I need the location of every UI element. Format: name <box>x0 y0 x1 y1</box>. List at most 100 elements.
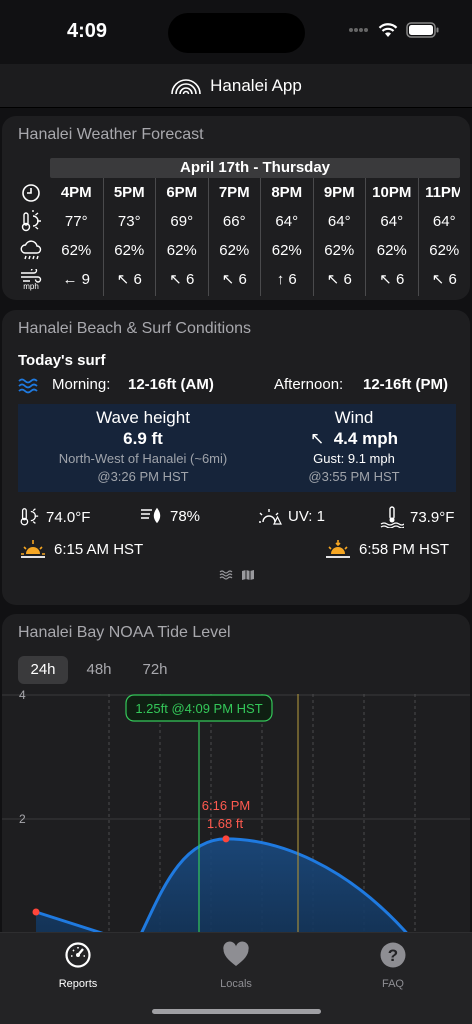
wifi-icon <box>378 22 398 37</box>
wind-column: Wind ↖ 4.4 mph Gust: 9.1 mph @3:55 PM HS… <box>268 408 440 484</box>
hour-label: 5PM <box>113 184 145 201</box>
y-tick-label: 2 <box>19 812 26 826</box>
wind-value: ↖ 6 <box>221 271 247 288</box>
current-tide-text: 1.25ft @4:09 PM HST <box>135 701 262 716</box>
wind-direction-nw-icon: ↖ <box>116 271 130 288</box>
clock-icon <box>22 183 40 202</box>
forecast-column: 11PM 64° 62% ↖ 6 <box>417 178 460 296</box>
svg-text:?: ? <box>388 946 398 965</box>
wind-icon <box>21 268 42 283</box>
status-icons <box>348 22 440 38</box>
wind-value: ↖ 6 <box>379 271 405 288</box>
wind-value: ↖ 6 <box>116 271 142 288</box>
sunrise-icon <box>21 540 45 558</box>
peak-tide-value: 1.68 ft <box>207 816 244 831</box>
afternoon-label: Afternoon: <box>274 376 344 393</box>
tab-locals-label: Locals <box>220 978 252 990</box>
wind-direction-nnw-icon: ↖ <box>326 271 340 288</box>
air-temperature: 74.0°F <box>18 506 90 528</box>
tab-faq[interactable]: ? FAQ <box>348 941 438 990</box>
wind-direction-nnw-icon: ↖ <box>379 271 392 288</box>
rain-cloud-icon <box>20 239 42 259</box>
header-divider <box>0 107 472 108</box>
forecast-date: April 17th - Thursday <box>50 158 460 178</box>
today-surf-label: Today's surf <box>18 352 106 369</box>
dynamic-island <box>168 13 305 53</box>
wind-header: Wind <box>334 408 374 427</box>
forecast-column: 10PM 64° 62% ↖ 6 <box>365 178 418 296</box>
temperature-sun-icon <box>20 508 39 526</box>
tab-reports-label: Reports <box>58 978 98 990</box>
forecast-title: Hanalei Weather Forecast <box>18 126 204 143</box>
surf-view-toggles[interactable] <box>219 569 255 581</box>
uv-index: UV: 1 <box>258 506 325 526</box>
app-title: Hanalei App <box>210 76 302 95</box>
humidity-icon <box>141 507 161 524</box>
hour-label: 7PM <box>218 184 250 201</box>
temperature-value: 77° <box>64 213 88 230</box>
wind-direction-nw-icon: ↖ <box>310 429 325 448</box>
wave-wind-panel: Wave height 6.9 ft North-West of Hanalei… <box>18 404 456 492</box>
forecast-hours[interactable]: 4PM 77° 62% ← 9 5PM 73° 62% ↖ 6 6PM 69° … <box>50 178 460 296</box>
wind-value: ↖ 4.4 mph <box>310 429 398 448</box>
forecast-column: 4PM 77° 62% ← 9 <box>50 178 103 296</box>
temperature-value: 73° <box>117 213 141 230</box>
wind-value: ↖ 6 <box>431 271 457 288</box>
sunset: 6:58 PM HST <box>325 538 449 560</box>
wave-height-column: Wave height 6.9 ft North-West of Hanalei… <box>18 408 268 484</box>
wind-direction-nw-icon: ↖ <box>169 271 182 288</box>
rainbow-icon <box>171 79 201 95</box>
wind-value: ↖ 6 <box>326 271 352 288</box>
map-icon[interactable] <box>241 569 255 581</box>
rain-chance-value: 62% <box>324 242 355 259</box>
morning-value: 12-16ft (AM) <box>128 376 214 393</box>
status-bar: 4:09 <box>0 0 472 64</box>
sun-times-row: 6:15 AM HST 6:58 PM HST <box>2 538 470 562</box>
forecast-row-icons: mph <box>16 178 46 294</box>
y-tick-label: 4 <box>19 688 26 702</box>
surf-forecast-row: Morning: 12-16ft (AM) Afternoon: 12-16ft… <box>18 376 458 398</box>
tab-faq-label: FAQ <box>381 978 404 990</box>
wind-direction-n-icon: ↑ <box>276 271 285 288</box>
temperature-sun-icon <box>21 209 41 231</box>
hour-label: 8PM <box>271 184 303 201</box>
water-temperature-icon <box>380 506 404 528</box>
home-indicator <box>152 1009 321 1014</box>
temperature-value: 64° <box>432 213 456 230</box>
status-time: 4:09 <box>67 20 108 42</box>
wind-direction-w-icon: ← <box>62 271 78 288</box>
heart-icon <box>223 941 249 966</box>
peak-tide-point <box>222 835 230 843</box>
wave-buoy-location: North-West of Hanalei (~6mi) <box>58 451 228 466</box>
rain-chance-value: 62% <box>166 242 197 259</box>
temperature-value: 64° <box>275 213 299 230</box>
weather-forecast-card[interactable]: Hanalei Weather Forecast April 17th - Th… <box>2 116 470 300</box>
wind-gust: Gust: 9.1 mph <box>313 451 395 466</box>
gauge-icon <box>65 942 91 968</box>
cellular-signal-icon <box>349 28 368 32</box>
waves-icon <box>18 377 40 399</box>
rain-chance-value: 62% <box>429 242 460 259</box>
tab-reports[interactable]: Reports <box>33 941 123 990</box>
wind-unit: mph <box>23 281 39 291</box>
morning-label: Morning: <box>52 376 111 393</box>
waves-small-icon[interactable] <box>219 569 233 581</box>
temperature-value: 66° <box>222 213 246 230</box>
rain-chance-value: 62% <box>61 242 92 259</box>
hour-label: 4PM <box>60 184 92 201</box>
tide-chart[interactable]: 1.25ft @4:09 PM HST 6:16 PM 1.68 ft 4 2 <box>2 614 470 944</box>
wind-value: ↖ 6 <box>169 271 195 288</box>
rain-chance-value: 62% <box>219 242 250 259</box>
forecast-column: 8PM 64° 62% ↑ 6 <box>260 178 313 296</box>
tide-level-card[interactable]: Hanalei Bay NOAA Tide Level 24h 48h 72h … <box>2 614 470 944</box>
surf-conditions-card[interactable]: Hanalei Beach & Surf Conditions Today's … <box>2 310 470 605</box>
temperature-value: 69° <box>170 213 194 230</box>
wind-direction-nw-icon: ↖ <box>221 271 235 288</box>
tide-area <box>36 838 412 944</box>
wind-value: ← 9 <box>62 271 90 288</box>
wave-height-value: 6.9 ft <box>123 429 163 448</box>
sunrise: 6:15 AM HST <box>20 538 143 560</box>
conditions-row: 74.0°F 78% UV: 1 73.9°F <box>2 506 470 530</box>
tab-locals[interactable]: Locals <box>191 941 281 990</box>
battery-icon <box>406 22 439 38</box>
